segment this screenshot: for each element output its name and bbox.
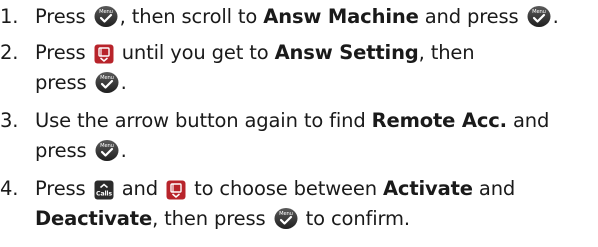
step-text: , then: [418, 41, 475, 64]
menu-ok-button-icon: Menu: [94, 4, 118, 28]
calls-up-button-icon: Calls: [94, 180, 114, 200]
step-number: 3.: [0, 109, 19, 132]
step-text: press: [35, 139, 87, 162]
step-text: .: [120, 71, 127, 94]
step-text: Press: [35, 41, 86, 64]
step-line: press Menu .: [35, 68, 598, 98]
step-text: Press: [35, 177, 86, 200]
step-line: Press until you get to Answ Setting, the…: [35, 38, 598, 68]
step-bold-text: Remote Acc.: [371, 109, 507, 132]
step-line: Press Calls and to choose between Activa…: [35, 174, 598, 204]
step-number: 1.: [0, 5, 19, 28]
step-line: Deactivate, then press Menu to confirm.: [35, 204, 598, 234]
step-text: Use the arrow button again to find: [35, 109, 366, 132]
menu-ok-button-icon: Menu: [274, 206, 298, 230]
step-line: Press Menu , then scroll to Answ Machine…: [35, 2, 598, 32]
step-bold-text: Deactivate: [35, 207, 153, 230]
step-number: 4.: [0, 177, 19, 200]
step-text: and: [512, 109, 550, 132]
step-4: 4. Press Calls and to choose between Act…: [0, 174, 598, 234]
step-text: to confirm.: [305, 207, 410, 230]
step-text: .: [120, 139, 127, 162]
svg-text:Calls: Calls: [96, 191, 112, 198]
menu-ok-button-icon: Menu: [527, 4, 551, 28]
step-line: Use the arrow button again to find Remot…: [35, 106, 598, 136]
step-text: press: [35, 71, 87, 94]
step-text: to choose between: [194, 177, 377, 200]
step-bold-text: Activate: [382, 177, 473, 200]
step-3: 3. Use the arrow button again to find Re…: [0, 106, 598, 166]
step-bold-text: Answ Machine: [263, 5, 419, 28]
instruction-steps: 1. Press Menu , then scroll to Answ Mach…: [0, 0, 598, 234]
menu-ok-button-icon: Menu: [95, 70, 119, 94]
step-text: .: [552, 5, 559, 28]
phonebook-down-button-icon: [166, 180, 186, 200]
phonebook-down-button-icon: [94, 44, 114, 64]
step-1: 1. Press Menu , then scroll to Answ Mach…: [0, 2, 598, 32]
step-text: until you get to: [121, 41, 269, 64]
step-text: , then press: [152, 207, 266, 230]
step-text: Press: [35, 5, 86, 28]
step-text: and: [478, 177, 516, 200]
step-bold-text: Answ Setting: [274, 41, 419, 64]
step-text: , then scroll to: [119, 5, 258, 28]
step-2: 2. Press until you get to Answ Setting, …: [0, 38, 598, 98]
menu-ok-button-icon: Menu: [95, 138, 119, 162]
step-text: and: [121, 177, 158, 200]
step-line: press Menu .: [35, 136, 598, 166]
step-text: and press: [424, 5, 519, 28]
step-number: 2.: [0, 41, 19, 64]
